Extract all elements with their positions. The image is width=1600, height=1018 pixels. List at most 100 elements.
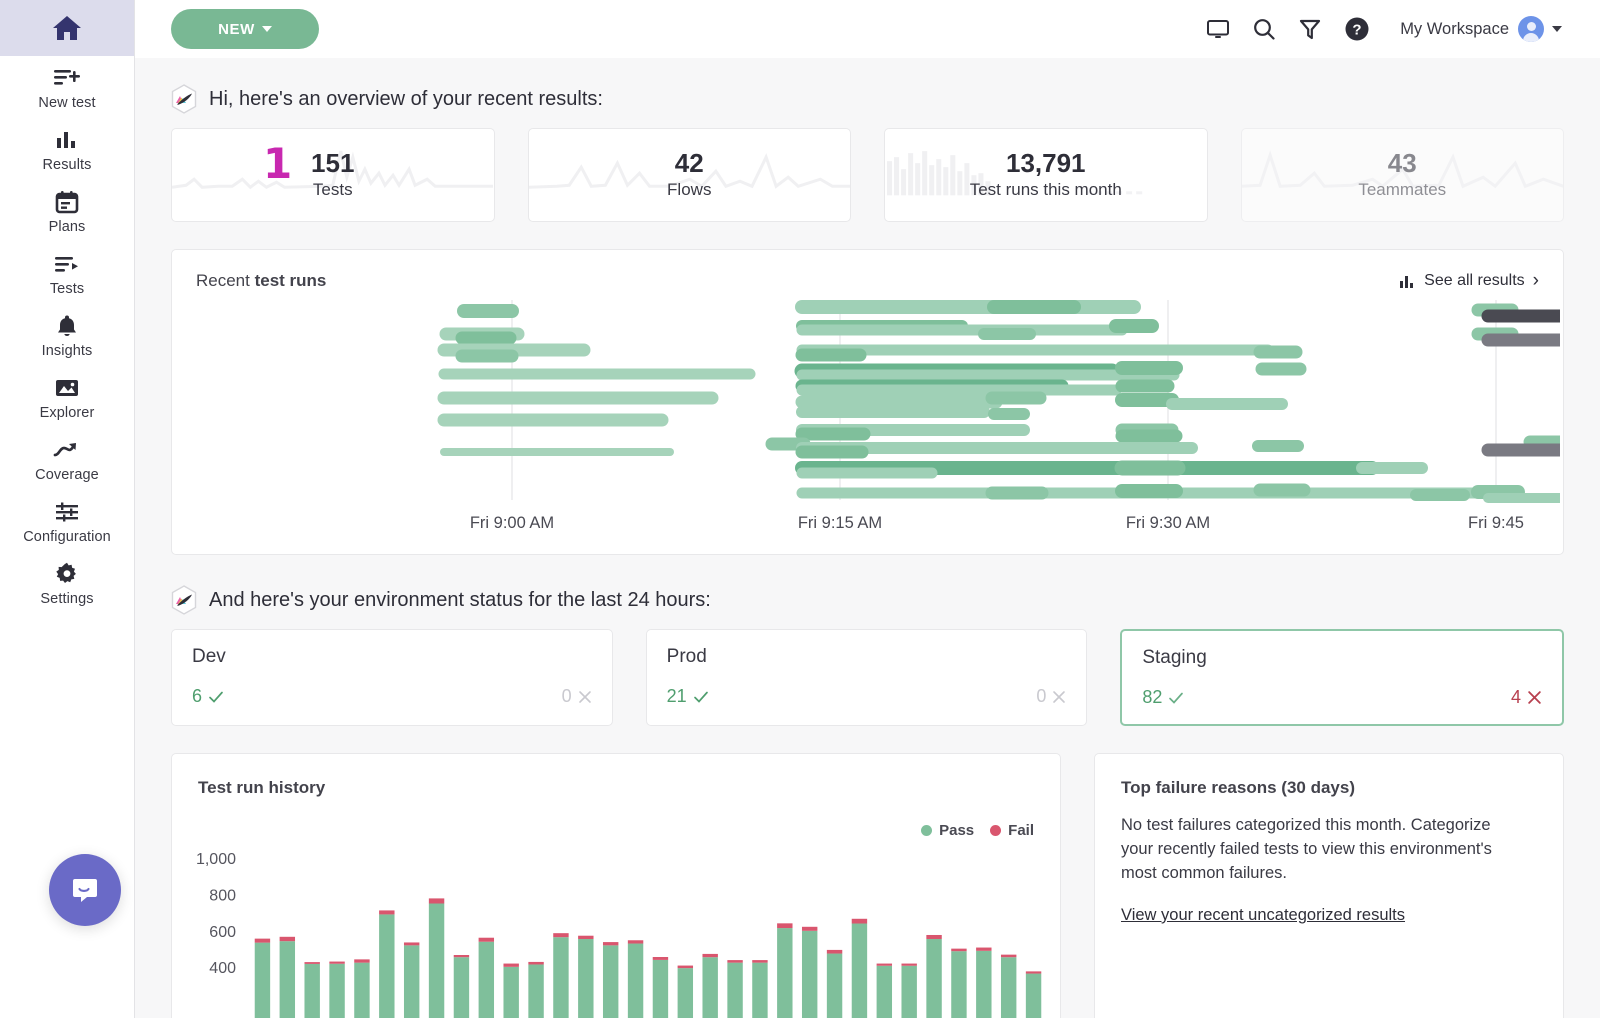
bar-pass — [852, 924, 867, 1018]
bar-fail — [976, 948, 991, 951]
filter-icon[interactable] — [1298, 17, 1322, 41]
new-button[interactable]: NEW — [171, 9, 319, 49]
bar-pass — [1026, 974, 1041, 1018]
timeline-tick-3: Fri 9:45 — [1468, 514, 1524, 532]
sidebar-item-new-test[interactable]: New test — [0, 56, 134, 118]
search-icon[interactable] — [1252, 17, 1276, 41]
bar-pass — [603, 945, 618, 1018]
sidebar-item-settings[interactable]: Settings — [0, 552, 134, 614]
env-fail-count: 0 — [562, 686, 592, 707]
failure-panel-title: Top failure reasons (30 days) — [1121, 778, 1537, 798]
env-name: Prod — [667, 646, 1067, 668]
greeting-text: Hi, here's an overview of your recent re… — [209, 88, 603, 111]
image-icon — [54, 375, 80, 401]
env-pass-count: 82 — [1142, 687, 1184, 708]
app-root: New test Results Plans Tests Insights — [0, 0, 1600, 1018]
history-header: Test run history Pass Fail — [172, 754, 1060, 839]
bar-fail — [702, 954, 717, 957]
test-run-history-chart[interactable]: 4006008001,000 — [172, 852, 1060, 1018]
env-card-prod[interactable]: Prod 21 0 — [646, 629, 1088, 726]
new-button-label: NEW — [218, 21, 255, 38]
stat-card-teammates[interactable]: 43 Teammates — [1241, 128, 1565, 222]
env-stats: 6 0 — [192, 686, 592, 707]
test-run-history-panel: Test run history Pass Fail — [171, 753, 1061, 1018]
view-uncategorized-results-link[interactable]: View your recent uncategorized results — [1121, 906, 1405, 925]
mabl-hex-logo-icon — [171, 585, 197, 615]
bar-pass — [727, 963, 742, 1018]
intercom-chat-button[interactable] — [49, 854, 121, 926]
env-fail-count: 4 — [1511, 687, 1542, 708]
top-bar: NEW ? My Workspace — [135, 0, 1600, 58]
stat-card-flows[interactable]: 42 Flows — [528, 128, 852, 222]
env-card-dev[interactable]: Dev 6 0 — [171, 629, 613, 726]
greeting-row: Hi, here's an overview of your recent re… — [171, 84, 1564, 114]
bar-fail — [280, 937, 295, 941]
stat-card-test-runs[interactable]: 13,791 Test runs this month — [884, 128, 1208, 222]
bar-pass — [926, 939, 941, 1018]
bar-fail — [503, 964, 518, 967]
bar-fail — [901, 964, 916, 966]
bar-pass — [429, 904, 444, 1018]
bar-pass — [628, 944, 643, 1018]
help-icon[interactable]: ? — [1344, 16, 1370, 42]
sidebar-item-label: Settings — [40, 591, 93, 607]
monitor-icon[interactable] — [1206, 17, 1230, 41]
bar-fail — [852, 919, 867, 924]
sidebar-item-tests[interactable]: Tests — [0, 242, 134, 304]
stat-value: 151 — [311, 150, 354, 177]
bar-pass — [404, 945, 419, 1018]
bar-fail — [1026, 971, 1041, 973]
env-card-staging[interactable]: Staging 82 4 — [1120, 629, 1564, 726]
failure-panel-body: No test failures categorized this month.… — [1121, 814, 1511, 886]
env-name: Dev — [192, 646, 592, 668]
main-area: NEW ? My Workspace — [135, 0, 1600, 1018]
bar-pass — [951, 951, 966, 1018]
history-title: Test run history — [198, 778, 325, 798]
topbar-actions: ? My Workspace — [1206, 16, 1562, 42]
bar-pass — [528, 964, 543, 1018]
sidebar-item-explorer[interactable]: Explorer — [0, 366, 134, 428]
env-fail-value: 4 — [1511, 687, 1521, 708]
bar-pass — [479, 942, 494, 1018]
stat-card-tests[interactable]: 151 Tests — [171, 128, 495, 222]
env-stats: 82 4 — [1142, 687, 1542, 708]
close-icon — [1527, 690, 1542, 705]
bar-fail — [379, 910, 394, 914]
bar-fail — [926, 935, 941, 939]
sidebar-item-coverage[interactable]: Coverage — [0, 428, 134, 490]
see-all-results-link[interactable]: See all results › — [1399, 270, 1539, 292]
env-name: Staging — [1142, 647, 1542, 669]
sidebar-item-label: New test — [38, 95, 95, 111]
bar-pass — [454, 957, 469, 1018]
trend-up-icon — [52, 437, 82, 463]
bar-fail — [578, 936, 593, 939]
env-pass-value: 82 — [1142, 687, 1162, 708]
env-pass-count: 6 — [192, 686, 224, 707]
y-axis-tick: 800 — [209, 887, 236, 904]
bar-pass — [802, 931, 817, 1018]
env-fail-value: 0 — [562, 686, 572, 707]
bar-fail — [304, 962, 319, 964]
recent-runs-timeline[interactable]: Fri 9:00 AM Fri 9:15 AM Fri 9:30 AM Fri … — [172, 292, 1563, 554]
legend-label-fail: Fail — [1008, 822, 1034, 839]
sidebar-item-label: Results — [42, 157, 91, 173]
timeline-tick-1: Fri 9:15 AM — [798, 514, 882, 532]
svg-text:?: ? — [1353, 22, 1362, 39]
sidebar-item-label: Insights — [42, 343, 93, 359]
sidebar-item-home[interactable] — [0, 0, 134, 56]
sidebar-item-results[interactable]: Results — [0, 118, 134, 180]
bar-pass — [578, 939, 593, 1018]
sidebar-item-insights[interactable]: Insights — [0, 304, 134, 366]
gear-icon — [55, 561, 79, 587]
bar-fail — [678, 966, 693, 969]
mabl-hex-logo-icon — [171, 84, 197, 114]
stat-label: Tests — [313, 180, 353, 200]
workspace-selector[interactable]: My Workspace — [1392, 16, 1562, 42]
sidebar-item-plans[interactable]: Plans — [0, 180, 134, 242]
chart-legend: Pass Fail — [921, 822, 1034, 839]
list-play-icon — [53, 251, 81, 277]
see-all-label: See all results — [1424, 272, 1525, 290]
sidebar-item-configuration[interactable]: Configuration — [0, 490, 134, 552]
stat-label: Teammates — [1358, 180, 1446, 200]
env-stats: 21 0 — [667, 686, 1067, 707]
